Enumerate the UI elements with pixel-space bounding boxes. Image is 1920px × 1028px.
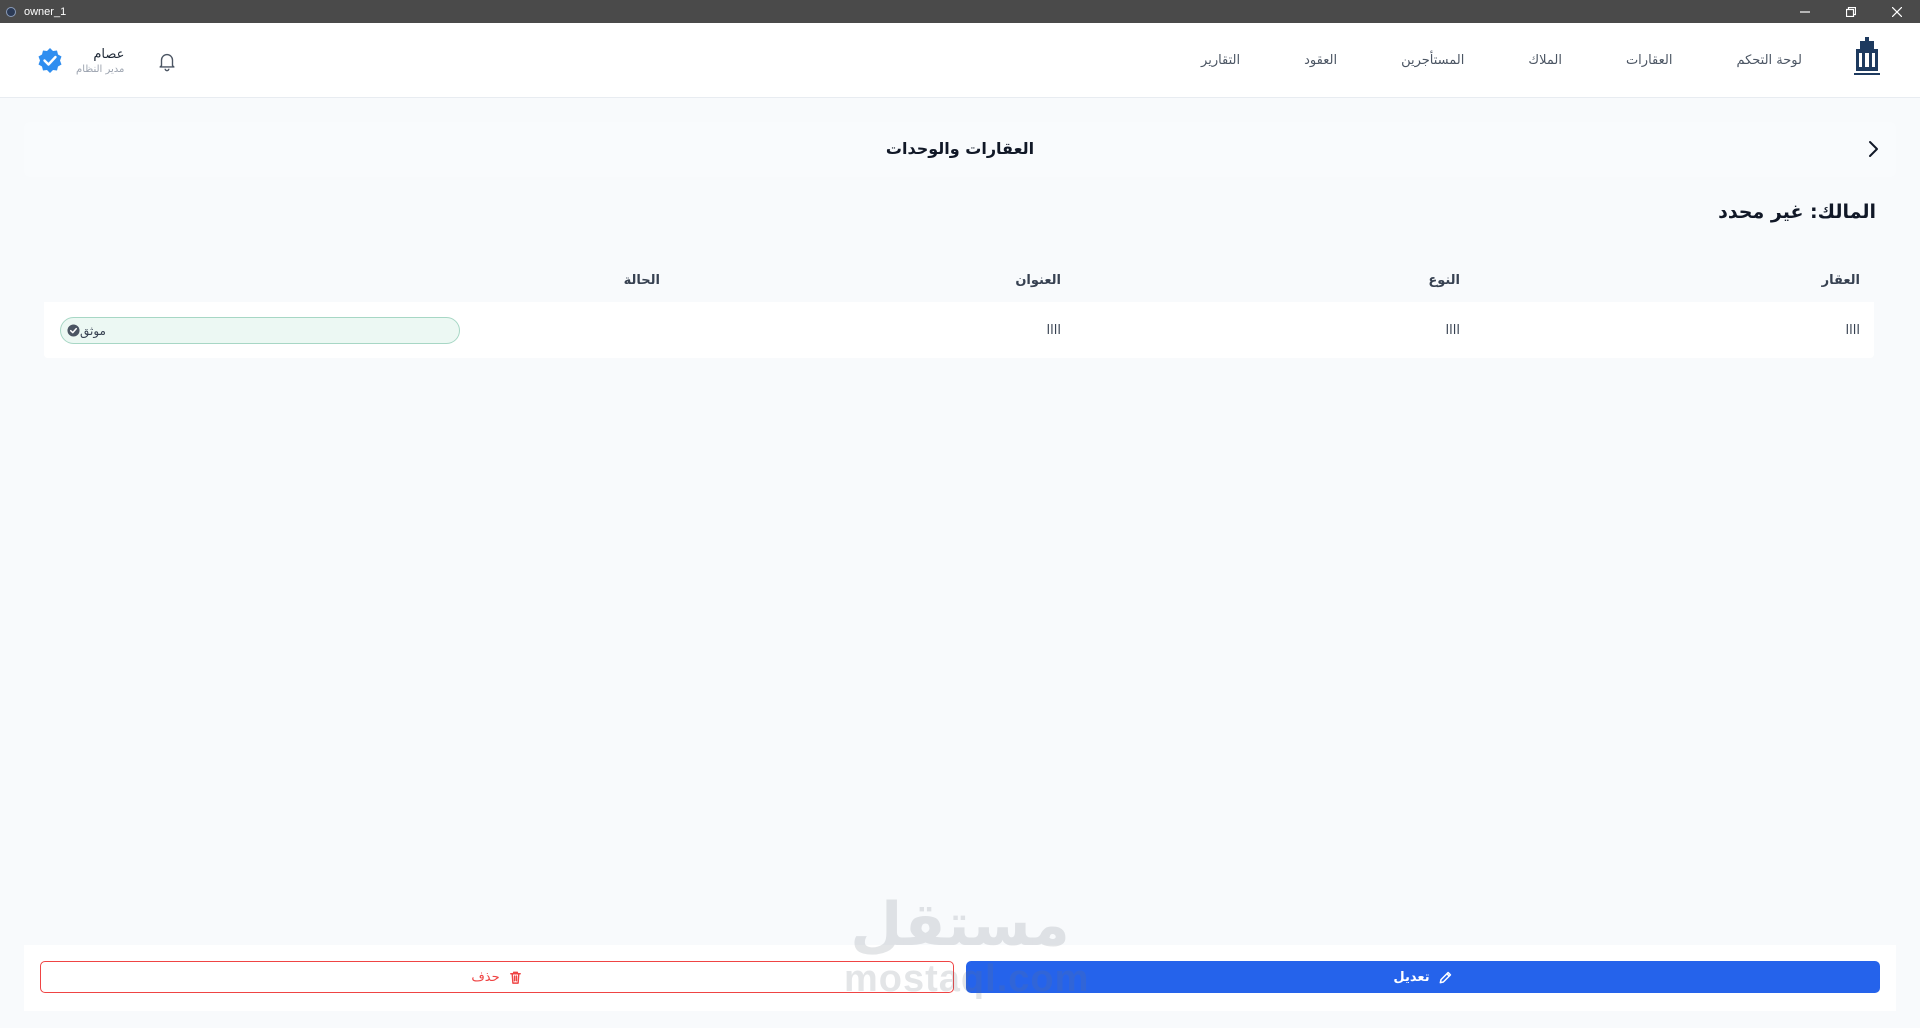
delete-button[interactable]: حذف xyxy=(40,961,954,993)
logo-icon xyxy=(1854,37,1880,75)
page-title: العقارات والوحدات xyxy=(885,139,1035,158)
restore-icon xyxy=(1846,6,1856,17)
watermark-arabic: مستقل xyxy=(850,890,1070,960)
user-name: عصام xyxy=(93,46,125,62)
status-text: موثق xyxy=(80,323,106,338)
nav-item-properties[interactable]: العقارات xyxy=(1626,53,1673,68)
trash-icon xyxy=(509,971,521,984)
cell-property: llll xyxy=(1845,322,1860,338)
owner-heading: المالك: غير محدد xyxy=(1718,201,1876,223)
user-menu[interactable]: عصام مدير النظام xyxy=(36,23,124,98)
edit-button-label: تعديل xyxy=(1393,969,1430,985)
watermark-latin: mostaql.com xyxy=(844,958,1090,1000)
delete-button-label: حذف xyxy=(471,969,500,985)
nav-item-reports[interactable]: التقارير xyxy=(1201,53,1240,68)
cell-address: llll xyxy=(1046,322,1061,338)
bell-icon[interactable] xyxy=(156,50,178,72)
table-row[interactable]: llll llll llll موثق xyxy=(44,302,1874,358)
nav-item-tenants[interactable]: المستأجرين xyxy=(1401,53,1464,68)
nav-item-owners[interactable]: الملاك xyxy=(1528,53,1562,68)
close-button[interactable] xyxy=(1874,0,1920,23)
verified-badge-icon xyxy=(38,47,62,73)
properties-table: العقار النوع العنوان الحالة llll llll ll… xyxy=(44,258,1874,358)
cell-type: llll xyxy=(1445,322,1460,338)
app-header: لوحة التحكم العقارات الملاك المستأجرين ا… xyxy=(0,23,1920,98)
window-controls xyxy=(1782,0,1920,23)
nav-item-contracts[interactable]: العقود xyxy=(1304,53,1337,68)
column-header-property: العقار xyxy=(1821,272,1860,288)
column-header-address: العنوان xyxy=(1015,272,1061,288)
user-role: مدير النظام xyxy=(76,63,125,75)
minimize-button[interactable] xyxy=(1782,0,1828,23)
status-badge: موثق xyxy=(60,317,460,344)
column-header-status: الحالة xyxy=(623,272,660,288)
window-titlebar: owner_1 xyxy=(0,0,1920,23)
minimize-icon xyxy=(1800,10,1810,13)
pencil-icon xyxy=(1439,971,1451,983)
close-icon xyxy=(1892,6,1902,17)
nav-item-dashboard[interactable]: لوحة التحكم xyxy=(1736,53,1802,68)
restore-button[interactable] xyxy=(1828,0,1874,23)
back-chevron-icon[interactable] xyxy=(1862,138,1884,160)
window-title: owner_1 xyxy=(24,5,67,18)
app-icon xyxy=(6,6,16,17)
edit-button[interactable]: تعديل xyxy=(966,961,1880,993)
page-header: العقارات والوحدات xyxy=(24,122,1896,177)
watermark: مستقل mostaql.com xyxy=(844,890,1090,1010)
column-header-type: النوع xyxy=(1428,272,1460,288)
table-header: العقار النوع العنوان الحالة xyxy=(44,258,1874,302)
main-nav: لوحة التحكم العقارات الملاك المستأجرين ا… xyxy=(1201,23,1802,98)
status-check-icon xyxy=(67,324,80,337)
user-info: عصام مدير النظام xyxy=(76,47,124,75)
